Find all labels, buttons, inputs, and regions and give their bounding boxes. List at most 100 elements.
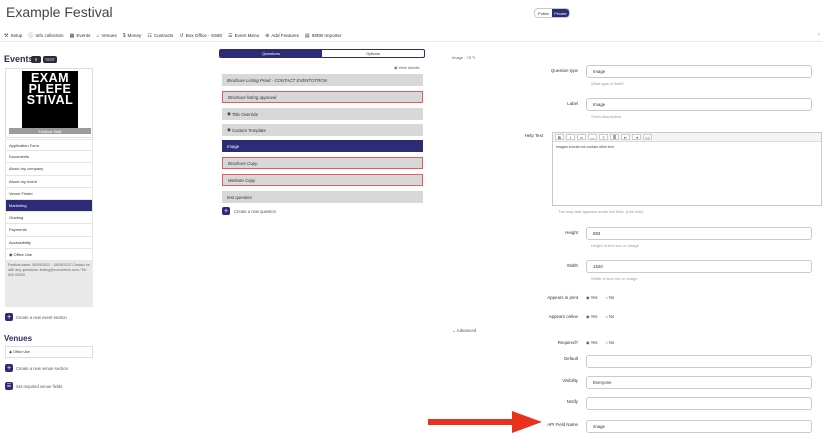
sidebar-item-venue-finder[interactable]: Venue Finder [5, 187, 93, 200]
info-icon: ⓘ [28, 33, 34, 39]
default-input[interactable] [586, 355, 812, 368]
sidebar-item-documents[interactable]: Documents [5, 151, 93, 164]
question-row-selected[interactable]: Image [222, 140, 423, 152]
toggle-public[interactable]: Public [535, 9, 552, 17]
width-label: Width [566, 263, 578, 268]
nav-setup[interactable]: ⚒ Setup [4, 33, 23, 39]
help-text-help: The help that appears under the field. (… [558, 209, 643, 214]
toggle-private[interactable]: Private [552, 9, 569, 17]
create-venue-section-button[interactable]: + [5, 364, 13, 372]
radio-no[interactable]: ○ No [606, 340, 615, 345]
help-text-content[interactable]: Images should not contain other text [553, 142, 821, 152]
api-field-name-input[interactable]: image [586, 420, 812, 433]
set-required-venue-fields-label[interactable]: Set required venue fields [16, 384, 62, 389]
annotation-arrow-icon [428, 411, 542, 433]
nav-contracts[interactable]: ☷ Contracts [147, 33, 173, 39]
indent-icon[interactable]: ⇥ [632, 134, 641, 140]
nav-box-office[interactable]: ↺ Box Office - SS80 [179, 33, 222, 39]
sidebar-item-about-my-company[interactable]: About my company [5, 163, 93, 176]
sidebar-item-about-my-event[interactable]: About my event [5, 175, 93, 188]
sidebar-item-marketing[interactable]: Marketing [5, 199, 93, 213]
eye-icon: ◉ [227, 127, 231, 132]
list-icon: ☰ [6, 382, 12, 389]
bold-icon[interactable]: B [555, 134, 564, 140]
appears-in-print-label: Appears in print [547, 295, 578, 300]
radio-yes[interactable]: ◉ Yes [586, 340, 598, 345]
help-text-label: Help Text [524, 133, 543, 138]
tab-questions[interactable]: Questions [220, 50, 322, 57]
app-title: Example Festival [6, 4, 113, 20]
bullet-list-icon[interactable]: ≡ [599, 134, 608, 140]
appears-online-radios: ◉ Yes ○ No [586, 314, 614, 319]
eye-icon: ◉ [227, 111, 231, 116]
height-label: Height [565, 230, 578, 235]
help-text-editor[interactable]: B I ∞ — ≡ ≣ ⇤ ⇥ <> Images should not con… [552, 132, 822, 206]
chevron-down-icon: ⌄ [452, 328, 456, 333]
search-button[interactable]: ⚲ [31, 56, 41, 63]
logo-caption: Festival Staff [9, 128, 91, 134]
width-input[interactable]: 1520 [586, 260, 812, 273]
nav-money[interactable]: $ Money [123, 33, 142, 39]
collapse-chevron-icon[interactable]: ‹ [818, 32, 820, 38]
venue-item-office-use[interactable]: ◉ Office Use [5, 346, 93, 358]
question-row[interactable]: ◉ Title Override [222, 108, 423, 120]
sidebar-item-accessibility[interactable]: Accessibility [5, 236, 93, 249]
label-input[interactable]: Image [586, 98, 812, 111]
question-row[interactable]: Brochure Listing Proof - CONTACT EVENTOT… [222, 74, 423, 86]
venues-heading: Venues [4, 334, 33, 343]
radio-yes[interactable]: ◉ Yes [586, 314, 598, 319]
document-icon: ☷ [147, 32, 152, 39]
sidebar-item-payments[interactable]: Payments [5, 224, 93, 237]
question-row[interactable]: test question [222, 191, 423, 203]
create-question-button[interactable]: + [222, 207, 230, 215]
nav-imdb-importer[interactable]: ▤ IMDB Importer [305, 33, 342, 39]
notify-input[interactable] [586, 397, 812, 410]
question-type-select[interactable]: Image [586, 65, 812, 78]
sidebar-item-grading[interactable]: Grading [5, 212, 93, 225]
create-venue-section-label[interactable]: Create a new venue section [16, 366, 68, 371]
visibility-toggle[interactable]: Public Private [534, 8, 570, 18]
event-logo[interactable]: EXAM PLEFE STIVAL Festival Staff [5, 68, 93, 138]
required-radios: ◉ Yes ○ No [586, 340, 614, 345]
link-icon[interactable]: ∞ [577, 134, 586, 140]
visibility-select[interactable]: Everyone [586, 376, 812, 389]
nav-venues[interactable]: ⌂ Venues [96, 33, 116, 39]
nav-info-collection[interactable]: ⓘ Info collection [29, 32, 64, 39]
create-event-section-label[interactable]: Create a new event section [16, 315, 67, 320]
tab-options[interactable]: Options [322, 50, 424, 57]
events-heading: Events [4, 54, 34, 64]
question-row[interactable]: Brochure Copy [222, 157, 423, 169]
eye-icon: ◉ [9, 350, 13, 354]
create-event-section-button[interactable]: + [5, 313, 13, 321]
radio-no[interactable]: ○ No [606, 295, 615, 300]
sidebar-item-application-form[interactable]: Application Form [5, 139, 93, 152]
create-question-label[interactable]: Create a new question [234, 209, 276, 214]
height-input[interactable]: 883 [586, 227, 812, 240]
test-button[interactable]: TEST [43, 56, 57, 63]
radio-no[interactable]: ○ No [606, 314, 615, 319]
calendar-icon: ▦ [69, 32, 75, 39]
radio-yes[interactable]: ◉ Yes [586, 295, 598, 300]
italic-icon[interactable]: I [566, 134, 575, 140]
nav-add-features[interactable]: ⊕ Add Features [265, 33, 299, 39]
question-row[interactable]: ◉ Custom Template [222, 124, 423, 136]
dollar-icon: $ [122, 32, 126, 39]
nav-event-menu[interactable]: ☰ Event Menu [228, 33, 259, 39]
question-row[interactable]: Website Copy [222, 174, 423, 186]
ticket-icon: ↺ [179, 32, 184, 39]
plus-icon: + [223, 207, 229, 215]
advanced-toggle[interactable]: ⌄ Advanced [452, 328, 476, 334]
radio-unchecked-icon: ○ [605, 314, 609, 319]
horizontal-rule-icon[interactable]: — [588, 134, 597, 140]
code-icon[interactable]: <> [643, 134, 652, 140]
set-required-venue-fields-button[interactable]: ☰ [5, 382, 13, 390]
logo-image: EXAM PLEFE STIVAL [22, 71, 78, 129]
hide-details-link[interactable]: ◉ Hide details [394, 65, 420, 70]
sidebar-item-office-use[interactable]: ◉ Office Use [5, 248, 93, 261]
home-icon: ⌂ [96, 32, 100, 39]
question-row[interactable]: Brochure listing approval [222, 91, 423, 103]
nav-events[interactable]: ▦ Events [70, 33, 91, 39]
numbered-list-icon[interactable]: ≣ [610, 134, 619, 140]
outdent-icon[interactable]: ⇤ [621, 134, 630, 140]
search-icon: ⚲ [34, 57, 38, 62]
